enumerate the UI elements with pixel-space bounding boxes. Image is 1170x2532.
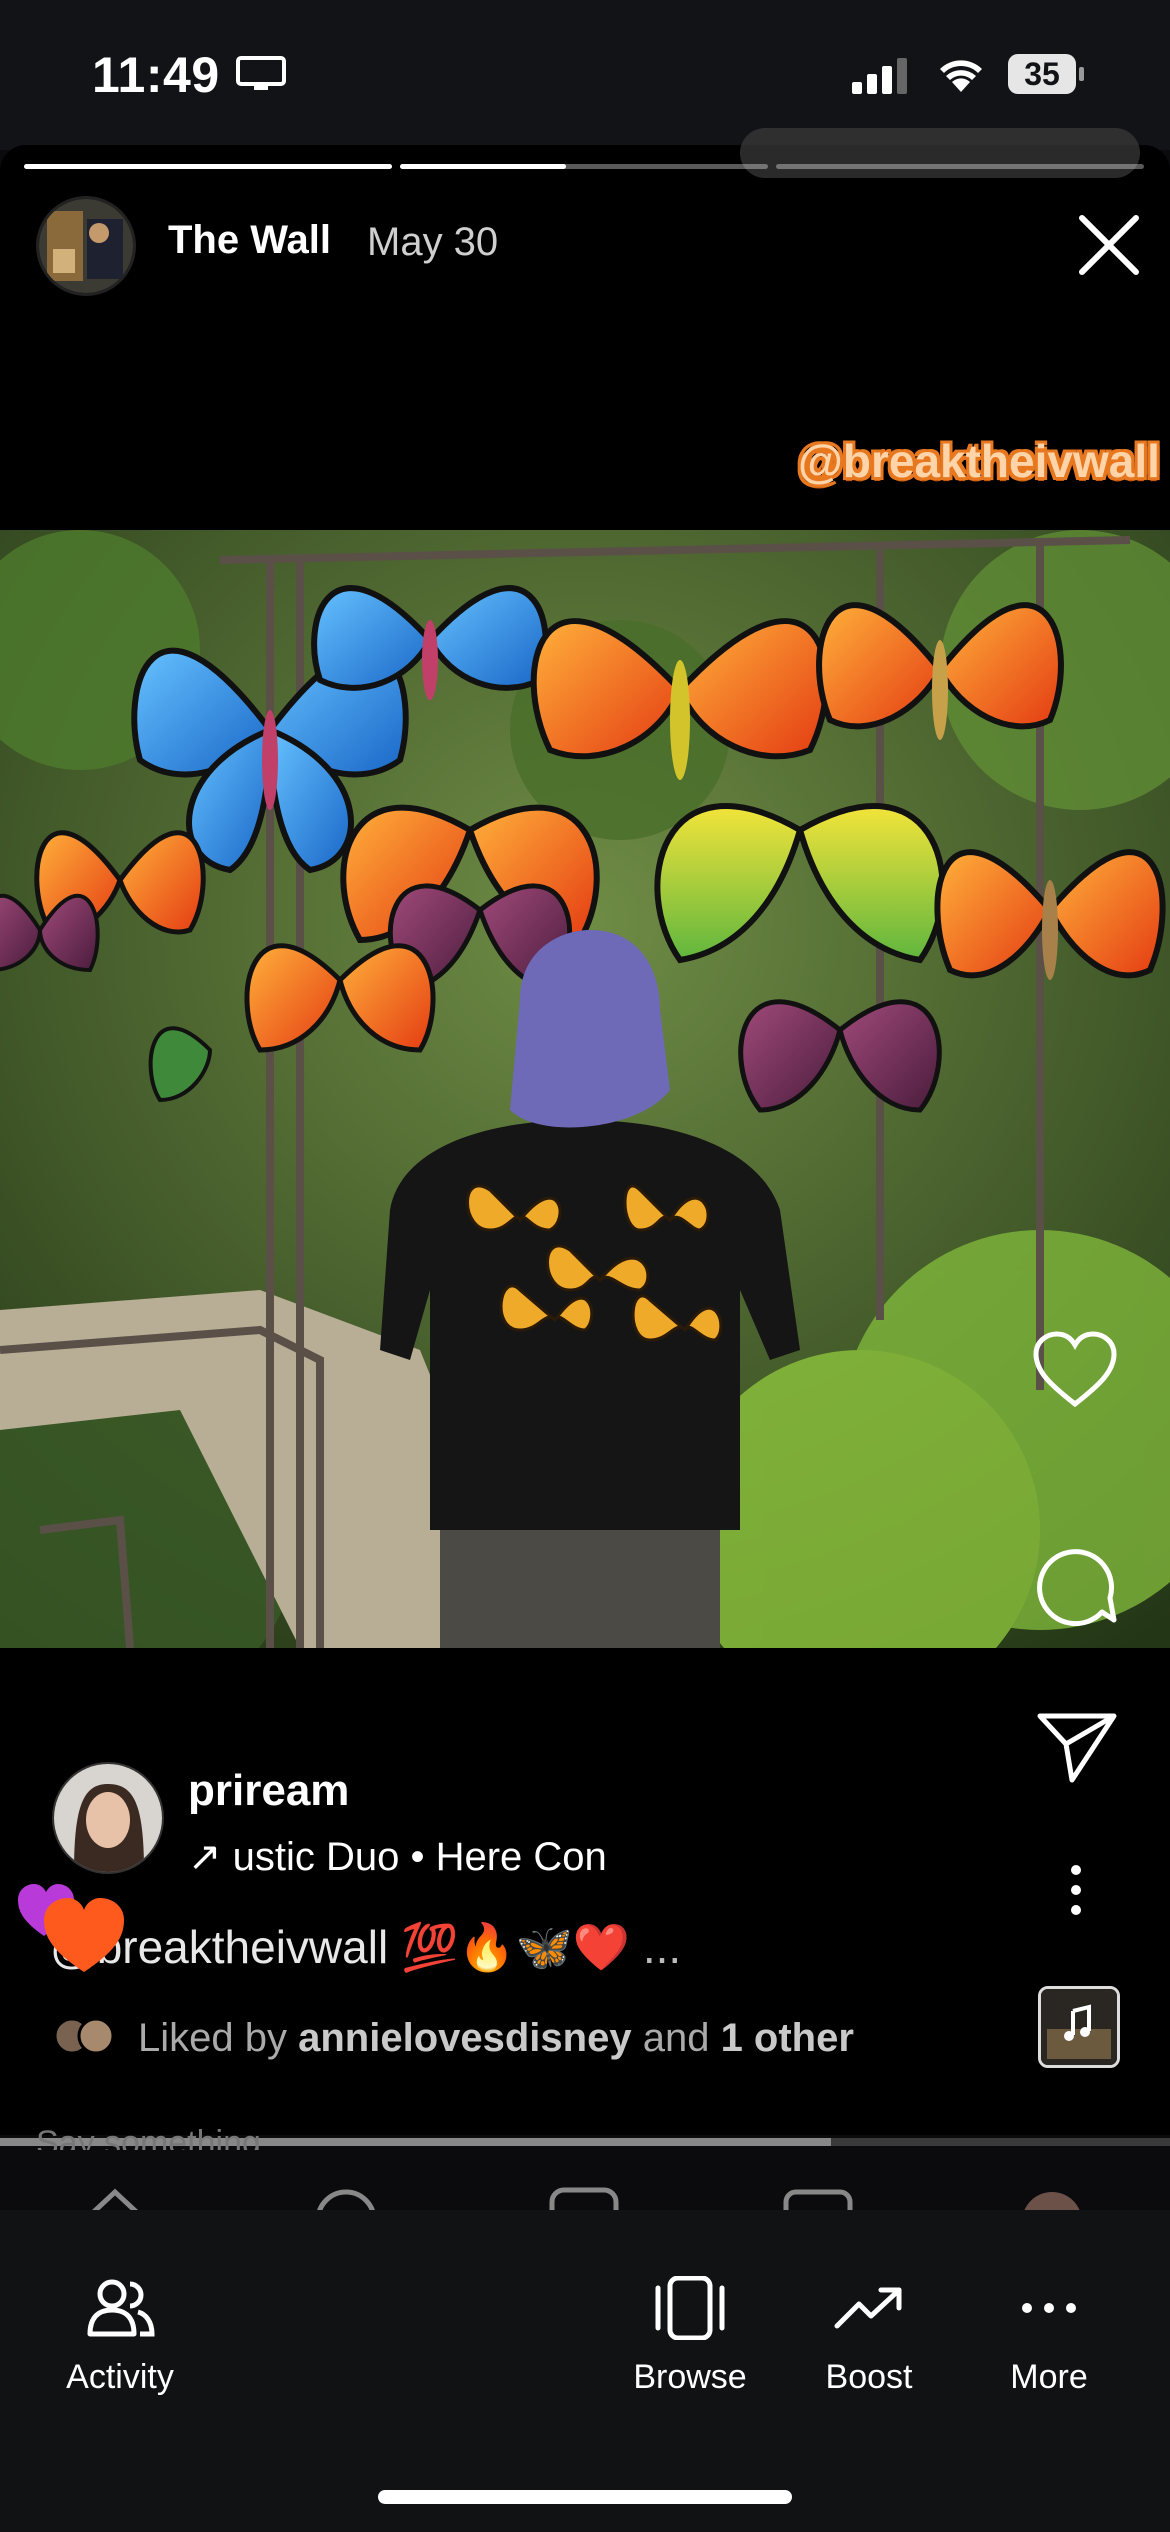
liked-by-avatars (53, 2017, 115, 2055)
close-icon[interactable] (1074, 210, 1144, 280)
toolbar-boost-button[interactable]: Boost (784, 2276, 954, 2397)
status-time: 11:49 (92, 47, 220, 103)
caption-more-button[interactable]: ... (643, 1921, 681, 1973)
toolbar-browse-button[interactable]: Browse (605, 2276, 775, 2397)
comment-icon[interactable] (1032, 1540, 1118, 1626)
trend-up-icon (834, 2287, 902, 2329)
people-icon (87, 2279, 155, 2337)
post-author-avatar[interactable] (52, 1762, 164, 1874)
audio-track-label[interactable]: ↗ ustic Duo • Here Con (188, 1834, 607, 1880)
phone-frame-icon (655, 2276, 725, 2340)
home-indicator[interactable] (378, 2490, 792, 2504)
ellipsis-icon (1022, 2303, 1076, 2313)
toolbar-browse-label: Browse (633, 2358, 747, 2396)
wifi-icon (940, 60, 982, 92)
story-progress-segment (400, 164, 768, 169)
music-cover-button[interactable] (1038, 1986, 1120, 2068)
story-date: May 30 (367, 220, 499, 264)
post-username[interactable]: priream (188, 1766, 349, 1816)
story-progress-segment (24, 164, 392, 169)
more-vertical-icon[interactable] (1058, 1862, 1094, 1918)
story-avatar[interactable] (36, 196, 136, 296)
liked-by-text[interactable]: Liked by annielovesdisney and 1 other (138, 2016, 854, 2061)
story-photo (0, 530, 1170, 1648)
story-username[interactable]: The Wall (168, 218, 331, 263)
floating-hearts-icon (18, 1884, 124, 1972)
caption[interactable]: @breaktheivwall 💯🔥🦋❤️ ... (50, 1920, 681, 1975)
story-viewers-strip[interactable] (740, 128, 1140, 178)
cellular-signal-icon (852, 58, 907, 94)
toolbar-boost-label: Boost (825, 2358, 913, 2396)
toolbar-activity-button[interactable]: Activity (35, 2276, 205, 2397)
toolbar-more-button[interactable]: More (964, 2276, 1134, 2397)
mention-sticker[interactable]: @breaktheivwall (798, 434, 1160, 488)
story-progress-segment (776, 164, 1144, 169)
heart-icon[interactable] (1032, 1330, 1118, 1410)
screen-mirror-icon (236, 56, 286, 90)
battery-level: 35 (1024, 56, 1060, 92)
share-icon[interactable] (1036, 1708, 1118, 1784)
toolbar-more-label: More (1010, 2358, 1088, 2396)
toolbar-activity-label: Activity (66, 2358, 174, 2396)
